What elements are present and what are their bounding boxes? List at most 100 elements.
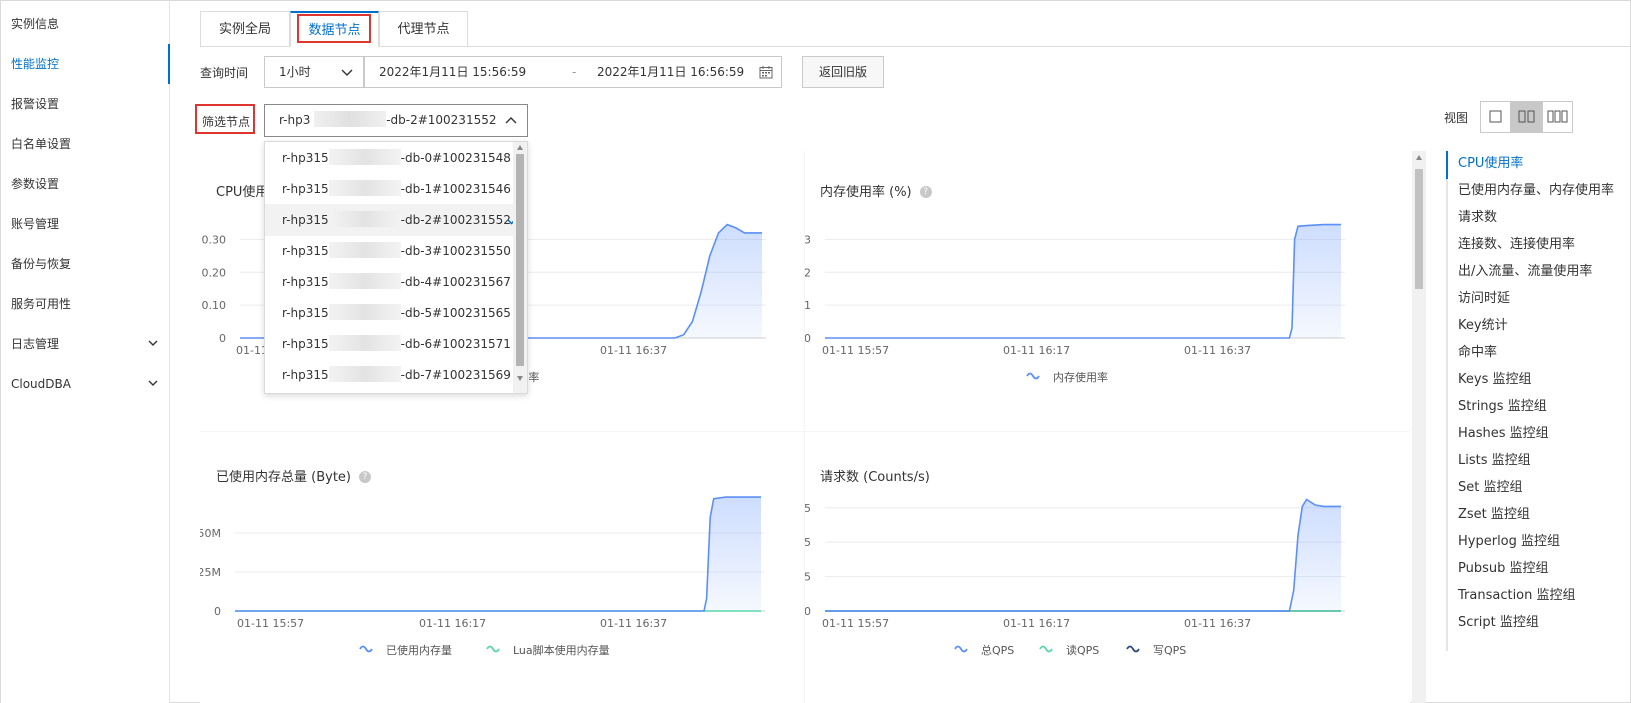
option-suffix: -db-5#100231565 [400, 306, 511, 320]
anchor-item[interactable]: Set 监控组 [1458, 476, 1522, 495]
date-range-picker[interactable]: 2022年1月11日 15:56:59 - 2022年1月11日 16:56:5… [364, 56, 782, 88]
anchor-item[interactable]: Script 监控组 [1458, 611, 1539, 630]
y-tick-label: 7.5 [805, 502, 811, 515]
scroll-down-icon[interactable] [516, 374, 524, 382]
dropdown-scrollbar[interactable] [513, 142, 527, 393]
dropdown-option[interactable]: r-hp315 -db-0#100231548 [265, 142, 515, 174]
dropdown-option[interactable]: r-hp315 -db-3#100231550 [265, 235, 515, 267]
tab-proxy-nodes[interactable]: 代理节点 [379, 11, 468, 47]
anchor-item[interactable]: Strings 监控组 [1458, 395, 1547, 414]
redacted-block [328, 149, 401, 165]
anchor-item[interactable]: Lists 监控组 [1458, 449, 1531, 468]
dropdown-option[interactable]: r-hp315 -db-6#100231571 [265, 328, 515, 360]
anchor-item[interactable]: Hyperlog 监控组 [1458, 530, 1560, 549]
view-label: 视图 [1444, 111, 1469, 125]
anchor-item[interactable]: Key统计 [1458, 314, 1508, 333]
legend-label: 读QPS [1066, 643, 1099, 657]
query-time-label: 查询时间 [200, 66, 249, 80]
tab-instance-global[interactable]: 实例全局 [200, 11, 290, 47]
anchor-item[interactable]: 请求数 [1458, 206, 1497, 225]
sidebar-item-instance-info[interactable]: 实例信息 [1, 4, 170, 44]
option-prefix: r-hp315 [282, 151, 329, 165]
anchor-item[interactable]: Transaction 监控组 [1458, 584, 1576, 603]
view-single-column-button[interactable] [1480, 101, 1511, 133]
node-filter-dropdown: r-hp315 -db-7#100231569 r-hp315 -db-6#10023… [264, 141, 528, 394]
sidebar-item-params[interactable]: 参数设置 [1, 164, 170, 204]
main-scrollbar[interactable] [1412, 151, 1426, 703]
sidebar-item-label: 备份与恢复 [11, 257, 72, 271]
anchor-item[interactable]: Keys 监控组 [1458, 368, 1531, 387]
legend-marker [486, 645, 500, 653]
anchor-item[interactable]: 已使用内存量、内存使用率 [1458, 179, 1614, 198]
option-prefix: r-hp315 [282, 182, 329, 196]
app-frame: 实例信息 性能监控 报警设置 白名单设置 参数设置 账号管理 备份与恢复 服务可… [0, 0, 1631, 703]
y-tick-label: 0.10 [202, 299, 227, 312]
sidebar-item-clouddba[interactable]: CloudDBA [1, 364, 170, 404]
back-to-old-version-button[interactable]: 返回旧版 [802, 56, 884, 88]
three-column-icon [1547, 110, 1568, 123]
dropdown-option[interactable]: r-hp315 -db-1#100231546 [265, 173, 515, 205]
chevron-up-icon [505, 117, 517, 124]
view-two-column-button[interactable] [1511, 101, 1542, 133]
y-tick-label: 0 [214, 605, 221, 618]
option-suffix: -db-1#100231546 [400, 182, 511, 196]
scroll-up-icon[interactable] [516, 144, 524, 152]
x-tick-label: 01-11 16:37 [600, 344, 667, 357]
y-tick-label: 5 [805, 536, 811, 549]
series-area [825, 224, 1341, 338]
sidebar-item-availability[interactable]: 服务可用性 [1, 284, 170, 324]
option-prefix: r-hp315 [282, 306, 329, 320]
x-tick-label: 01-11 16:37 [1184, 617, 1251, 630]
sidebar-item-performance[interactable]: 性能监控 [1, 44, 170, 84]
anchor-item[interactable]: 连接数、连接使用率 [1458, 233, 1575, 252]
chart-panel-used-memory: 已使用内存总量 (Byte)? 0 25M 50M 01-11 15:57 01-11 … [200, 432, 804, 703]
x-tick-label: 01-11 15:57 [822, 344, 889, 357]
dropdown-option[interactable]: r-hp315 -db-4#100231567 [265, 266, 515, 298]
anchor-item[interactable]: 命中率 [1458, 341, 1497, 360]
legend-label: 内存使用率 [1053, 370, 1108, 384]
anchor-active-indicator [1446, 151, 1448, 179]
memory-usage-chart-svg: 0 1 2 3 01-11 15:57 01-11 16:17 01-11 16:37 内存使… [805, 223, 1345, 384]
main-scrollbar-thumb[interactable] [1415, 169, 1423, 289]
sidebar-item-whitelist[interactable]: 白名单设置 [1, 124, 170, 164]
dropdown-option[interactable]: r-hp315 -db-2#100231552 [265, 204, 519, 236]
legend-marker [1026, 372, 1040, 380]
option-prefix: r-hp315 [282, 275, 329, 289]
scroll-up-icon[interactable] [1415, 154, 1423, 162]
anchor-item[interactable]: 访问时延 [1458, 287, 1510, 306]
view-three-column-button[interactable] [1542, 101, 1573, 133]
series-line [825, 498, 1341, 612]
dropdown-scrollbar-thumb[interactable] [516, 154, 524, 366]
anchor-item[interactable]: Pubsub 监控组 [1458, 557, 1549, 576]
x-tick-label: 01-11 15:57 [237, 617, 304, 630]
metric-anchor-nav: CPU使用率已使用内存量、内存使用率 请求数连接数、连接使用率 出/入流量、流量使用… [1446, 151, 1631, 651]
anchor-item[interactable]: 出/入流量、流量使用率 [1458, 260, 1592, 279]
legend-marker [359, 645, 373, 653]
node-filter-prefix: r-hp3 [279, 113, 311, 127]
y-tick-label: 2 [805, 266, 811, 279]
used-memory-chart-svg: 0 25M 50M 01-11 15:57 01-11 16:17 01-11 16:37… [200, 496, 765, 657]
anchor-item[interactable]: Zset 监控组 [1458, 503, 1530, 522]
y-tick-label: 0 [805, 332, 811, 345]
x-tick-label: 01-11 16:17 [419, 617, 486, 630]
option-suffix: -db-7#100231569 [400, 368, 511, 382]
dropdown-option[interactable]: r-hp315 -db-7#100231569 [265, 359, 515, 391]
sidebar-item-accounts[interactable]: 账号管理 [1, 204, 170, 244]
time-range-select[interactable]: 1小时 [264, 56, 364, 88]
two-column-icon [1518, 110, 1535, 123]
option-suffix: -db-2#100231552 [400, 213, 511, 227]
series-line [825, 223, 1341, 339]
anchor-item[interactable]: Hashes 监控组 [1458, 422, 1549, 441]
sidebar-item-alarm[interactable]: 报警设置 [1, 84, 170, 124]
dropdown-option[interactable]: r-hp315 -db-5#100231565 [265, 297, 515, 329]
chevron-down-icon [148, 380, 158, 386]
highlight-box-filter [195, 104, 255, 134]
node-filter-select[interactable]: r-hp3 -db-2#100231552 [264, 104, 528, 137]
tab-label: 代理节点 [397, 22, 450, 37]
sidebar-item-backup[interactable]: 备份与恢复 [1, 244, 170, 284]
end-time: 2022年1月11日 16:56:59 [597, 65, 745, 79]
y-tick-label: 0 [219, 332, 226, 345]
sidebar-item-logs[interactable]: 日志管理 [1, 324, 170, 364]
anchor-item[interactable]: CPU使用率 [1458, 152, 1523, 171]
redacted-block [328, 242, 401, 258]
